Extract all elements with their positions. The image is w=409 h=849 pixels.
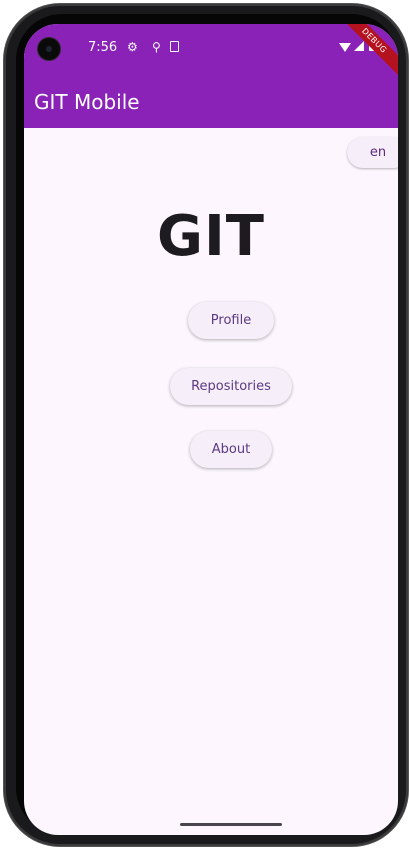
app-title: GIT Mobile — [34, 90, 140, 114]
front-camera — [38, 38, 60, 60]
language-button[interactable]: en — [347, 137, 398, 168]
repositories-button[interactable]: Repositories — [170, 368, 292, 405]
page-title: GIT — [157, 204, 265, 269]
status-time: 7:56 — [88, 40, 118, 55]
home-indicator[interactable] — [180, 823, 282, 826]
signal-icon — [354, 41, 364, 51]
wifi-icon — [339, 43, 351, 52]
app-bar: 7:56 ⚙ ⚲ DEBUG GIT Mobile — [24, 24, 398, 128]
profile-button[interactable]: Profile — [188, 302, 274, 339]
about-button[interactable]: About — [190, 431, 272, 468]
usb-icon: ⚲ — [152, 40, 161, 54]
app-screen: 7:56 ⚙ ⚲ DEBUG GIT Mobile en GIT Profile… — [24, 24, 398, 835]
status-bar: 7:56 ⚙ ⚲ DEBUG — [24, 24, 398, 79]
phone-frame: 7:56 ⚙ ⚲ DEBUG GIT Mobile en GIT Profile… — [4, 4, 408, 846]
settings-gear-icon: ⚙ — [127, 40, 138, 54]
screenshot-icon — [170, 41, 179, 52]
